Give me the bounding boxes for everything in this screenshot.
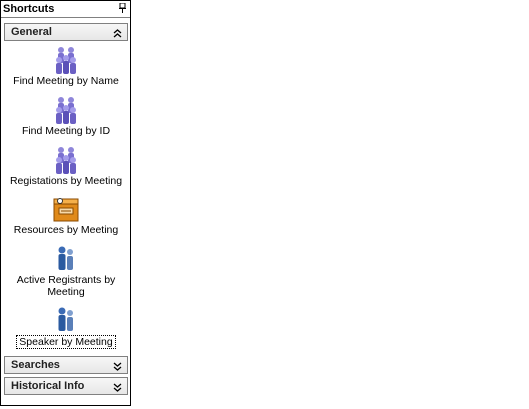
section-historical-info-header[interactable]: Historical Info [4,377,128,395]
panel-titlebar: Shortcuts [1,1,130,18]
people-group-icon [56,47,76,74]
section-general-label: General [11,26,52,38]
shortcut-find-meeting-by-name[interactable]: Find Meeting by Name [4,45,128,87]
resources-box-icon [53,198,79,222]
shortcut-label: Resources by Meeting [13,224,119,236]
section-historical-info-label: Historical Info [11,380,85,392]
shortcut-find-meeting-by-id[interactable]: Find Meeting by ID [4,95,128,137]
pin-icon[interactable] [119,3,126,13]
shortcut-label: Find Meeting by ID [21,125,111,137]
panel-title: Shortcuts [3,3,55,15]
shortcut-label: Find Meeting by Name [13,75,119,87]
chevron-down-double-icon [113,383,122,392]
people-pair-icon [58,307,73,331]
section-searches-header[interactable]: Searches [4,356,128,374]
chevron-up-double-icon [113,29,122,38]
shortcut-label: Speaker by Meeting [16,335,116,349]
shortcut-active-registrants-by-meeting[interactable]: Active Registrants by Meeting [4,244,128,298]
people-group-icon [56,97,76,124]
shortcut-registations-by-meeting[interactable]: Registations by Meeting [4,145,128,187]
shortcuts-panel: Shortcuts General Find Meeting by Name F… [0,0,131,406]
shortcut-label: Active Registrants by Meeting [16,274,116,298]
chevron-down-double-icon [113,362,122,371]
shortcut-resources-by-meeting[interactable]: Resources by Meeting [4,194,128,236]
section-searches-label: Searches [11,359,60,371]
section-general-header[interactable]: General [4,23,128,41]
people-pair-icon [58,246,73,270]
shortcut-speaker-by-meeting[interactable]: Speaker by Meeting [4,305,128,349]
people-group-icon [56,147,76,174]
shortcut-label: Registations by Meeting [9,175,123,187]
